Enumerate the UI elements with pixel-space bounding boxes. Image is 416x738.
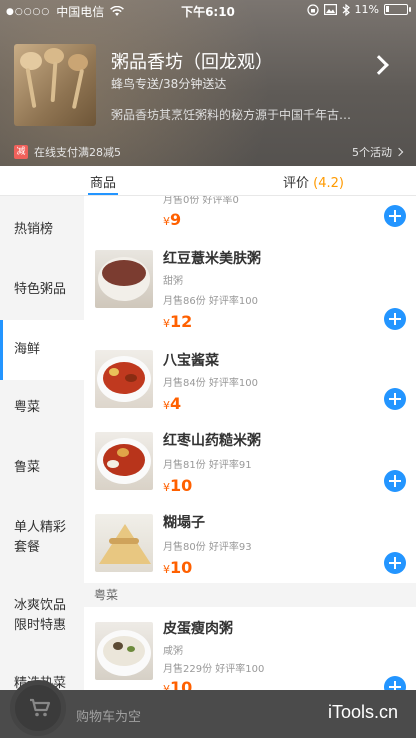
battery-percent: 11% — [354, 3, 379, 16]
sales-info: 月售86份 好评率100 — [163, 296, 258, 307]
product-image — [95, 350, 153, 408]
product-name: 红豆薏米美肤粥 — [163, 251, 261, 267]
product-name: 八宝酱菜 — [163, 353, 219, 369]
product-desc: 咸粥 — [163, 646, 183, 657]
product-name: 皮蛋瘦肉粥 — [163, 621, 233, 637]
add-to-cart-button[interactable] — [384, 205, 406, 227]
product-image — [95, 514, 153, 572]
sidebar-item-seafood[interactable]: 海鲜 — [0, 320, 84, 380]
sidebar-item-hot[interactable]: 热销榜 — [0, 220, 84, 240]
currency-symbol: ¥ — [163, 317, 170, 330]
currency-symbol: ¥ — [163, 215, 170, 228]
price: ¥10 — [163, 558, 192, 577]
product-name: 糊塌子 — [163, 515, 205, 531]
price-value: 10 — [170, 476, 193, 495]
cart-icon — [30, 698, 51, 717]
sales-info: 月售81份 好评率91 — [163, 460, 252, 471]
chevron-right-icon[interactable] — [369, 55, 389, 75]
tab-bar: 商品 评价 (4.2) — [0, 166, 416, 196]
image-icon — [323, 4, 337, 15]
discount-badge: 减 — [14, 145, 28, 159]
product-image — [95, 622, 153, 680]
promo-text: 在线支付满28减5 — [34, 146, 121, 159]
add-to-cart-button[interactable] — [384, 308, 406, 330]
sidebar-active-indicator — [0, 320, 3, 380]
price: ¥9 — [163, 210, 181, 229]
add-to-cart-button[interactable] — [384, 388, 406, 410]
shop-name: 粥品香坊（回龙观） — [111, 52, 273, 73]
delivery-info: 蜂鸟专送/38分钟送达 — [111, 77, 227, 91]
cart-bar[interactable]: 购物车为空 iTools.cn — [0, 680, 416, 738]
product-name: 红枣山药糙米粥 — [163, 433, 261, 449]
price: ¥10 — [163, 476, 192, 495]
shop-header: ●○○○○ 中国电信 下午6:10 11% 粥品香坊（回龙观） 蜂鸟专送/38分… — [0, 0, 416, 166]
sidebar-item-shandong[interactable]: 鲁菜 — [0, 458, 84, 478]
price-value: 10 — [170, 678, 193, 690]
promo-banner: 减 在线支付满28减5 — [14, 144, 121, 160]
product-image — [95, 250, 153, 308]
review-score: (4.2) — [313, 176, 344, 191]
currency-symbol: ¥ — [163, 481, 170, 494]
category-sidebar: 热销榜 特色粥品 海鲜 粤菜 鲁菜 单人精彩 套餐 冰爽饮品 限时特惠 精选热菜 — [0, 196, 84, 691]
shop-description: 粥品香坊其烹饪粥料的秘方源于中国千年古… — [111, 108, 351, 122]
sidebar-item-special-porridge[interactable]: 特色粥品 — [0, 280, 84, 300]
product-image — [95, 432, 153, 490]
tab-goods[interactable]: 商品 — [90, 172, 116, 191]
product-list: 月售0份 好评率0 ¥9 红豆薏米美肤粥 甜粥 月售86份 好评率100 ¥12… — [84, 196, 416, 690]
activity-button[interactable]: 5个活动 — [352, 144, 404, 160]
shop-logo — [14, 44, 96, 126]
sales-info: 月售0份 好评率0 — [163, 196, 239, 206]
battery-icon — [384, 4, 411, 15]
price-value: 12 — [170, 312, 193, 331]
cart-empty-text: 购物车为空 — [76, 710, 142, 725]
product-desc: 甜粥 — [163, 276, 183, 287]
add-to-cart-button[interactable] — [384, 470, 406, 492]
lock-rotation-icon — [306, 3, 319, 16]
sidebar-item-single-combo[interactable]: 单人精彩 套餐 — [0, 518, 84, 558]
price-value: 9 — [170, 210, 182, 229]
sales-info: 月售84份 好评率100 — [163, 378, 258, 389]
cart-button[interactable] — [10, 680, 66, 736]
currency-symbol: ¥ — [163, 399, 170, 412]
price: ¥4 — [163, 394, 181, 413]
price: ¥12 — [163, 312, 192, 331]
sidebar-item-cantonese[interactable]: 粤菜 — [0, 398, 84, 418]
active-tab-indicator — [88, 193, 118, 195]
section-header: 粤菜 — [84, 583, 416, 607]
add-to-cart-button[interactable] — [384, 552, 406, 574]
currency-symbol: ¥ — [163, 683, 170, 690]
currency-symbol: ¥ — [163, 563, 170, 576]
price-value: 10 — [170, 558, 193, 577]
price-value: 4 — [170, 394, 182, 413]
tab-reviews[interactable]: 评价 (4.2) — [283, 172, 344, 191]
price: ¥10 — [163, 678, 192, 690]
tab-reviews-label: 评价 — [283, 176, 310, 191]
sales-info: 月售229份 好评率100 — [163, 664, 265, 675]
sales-info: 月售80份 好评率93 — [163, 542, 252, 553]
activity-count: 5个活动 — [352, 146, 392, 159]
status-bar: ●○○○○ 中国电信 下午6:10 11% — [0, 0, 416, 22]
watermark: iTools.cn — [327, 702, 398, 722]
sidebar-item-cold-drinks[interactable]: 冰爽饮品 限时特惠 — [0, 596, 84, 636]
chevron-right-icon — [394, 147, 404, 157]
bluetooth-icon — [342, 3, 350, 16]
add-to-cart-button[interactable] — [384, 676, 406, 690]
